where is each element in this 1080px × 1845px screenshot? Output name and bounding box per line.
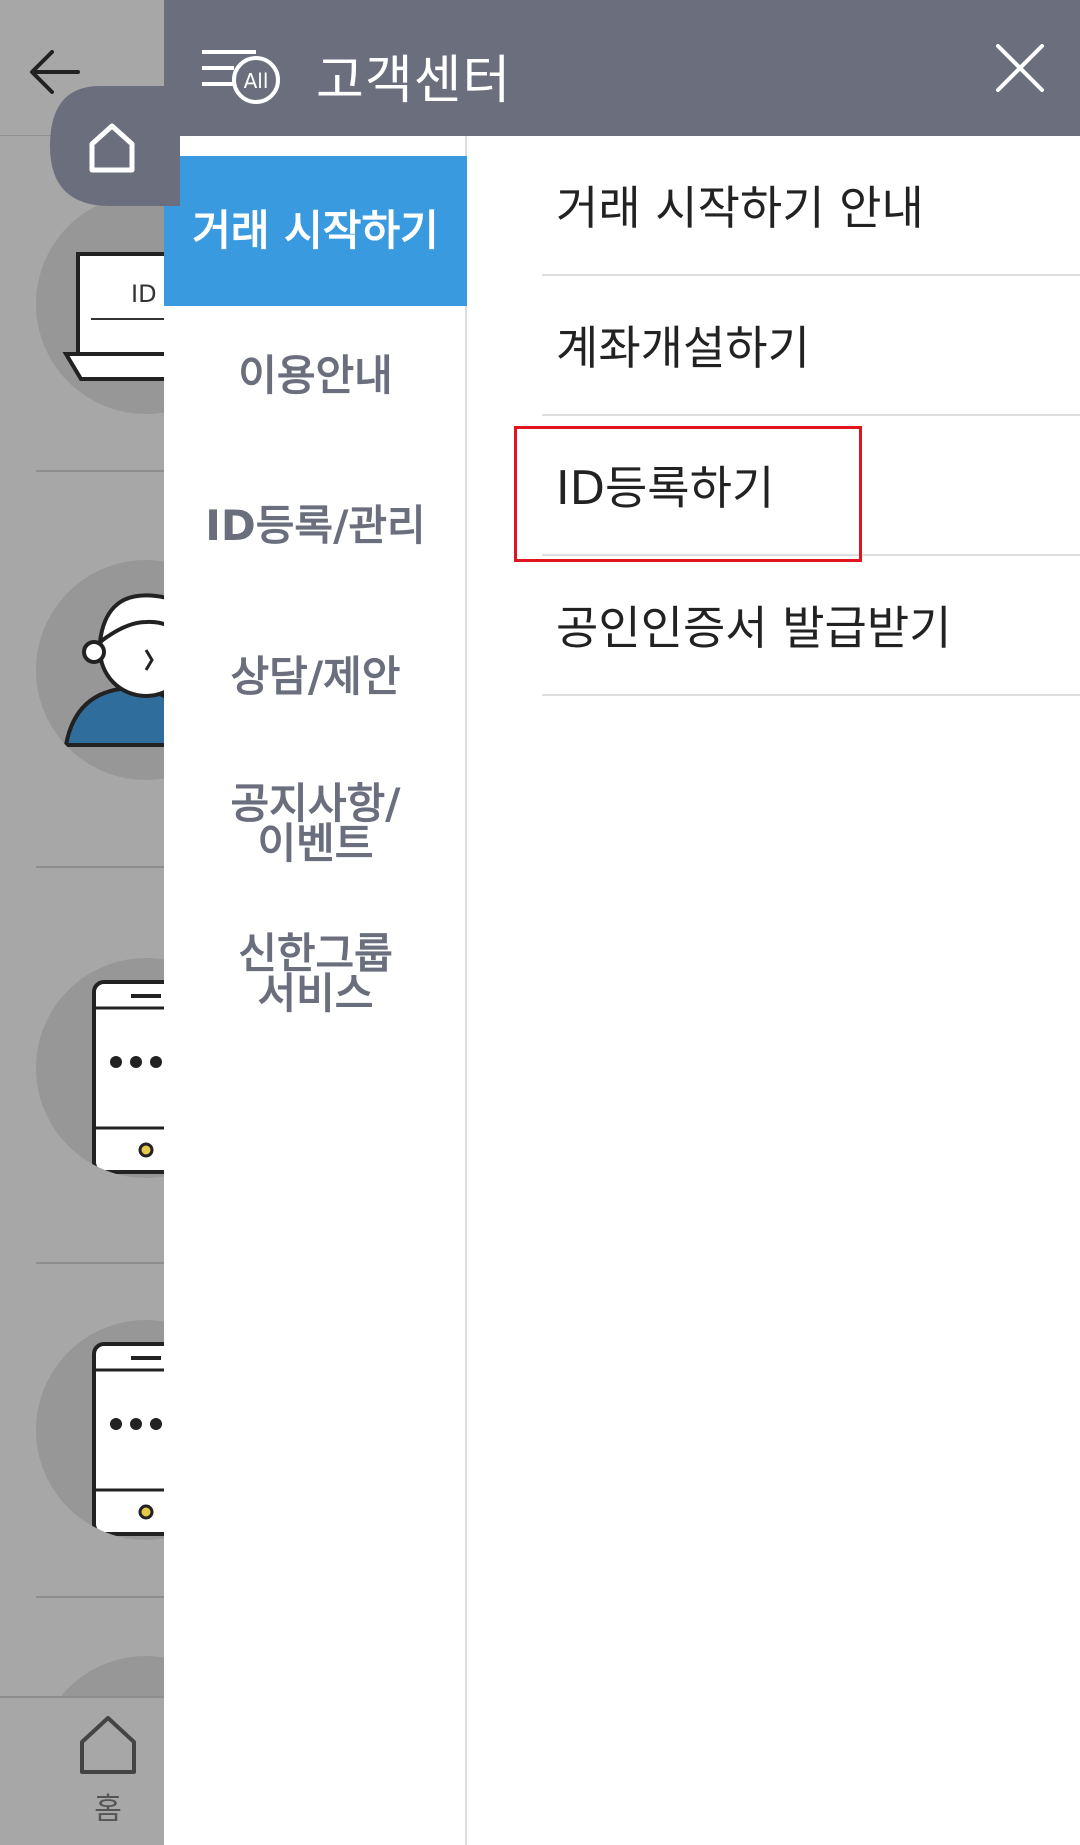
category-label: 공지사항/ 이벤트 [230, 779, 401, 868]
background-divider [36, 866, 176, 868]
drawer-header: All 고객센터 [164, 0, 1080, 136]
submenu-label: 공인인증서 발급받기 [556, 601, 952, 655]
category-item-notices-events[interactable]: 공지사항/ 이벤트 [164, 754, 467, 894]
submenu-item-certificate[interactable]: 공인인증서 발급받기 [542, 556, 1080, 696]
category-item-start-trading[interactable]: 거래 시작하기 [164, 156, 467, 306]
home-icon[interactable] [76, 1712, 140, 1778]
category-item-consultation[interactable]: 상담/제안 [164, 612, 467, 742]
category-label: 이용안내 [238, 351, 393, 400]
submenu-label: 거래 시작하기 안내 [556, 181, 924, 235]
drawer-title: 고객센터 [316, 51, 512, 111]
category-item-shinhan-group[interactable]: 신한그룹 서비스 [164, 904, 467, 1044]
submenu-item-start-trading-guide[interactable]: 거래 시작하기 안내 [542, 136, 1080, 276]
submenu-item-open-account[interactable]: 계좌개설하기 [542, 276, 1080, 416]
svg-text:ID: ID [131, 280, 157, 308]
category-item-id-management[interactable]: ID등록/관리 [164, 461, 467, 591]
category-label: 상담/제안 [230, 652, 401, 701]
svg-text:All: All [244, 69, 269, 93]
background-divider [36, 470, 176, 472]
submenu-item-register-id[interactable]: ID등록하기 [542, 416, 1080, 556]
category-item-usage-guide[interactable]: 이용안내 [164, 311, 467, 441]
close-icon[interactable] [992, 40, 1048, 96]
all-menu-icon[interactable]: All [200, 44, 282, 106]
background-divider [36, 1262, 176, 1264]
category-label: 신한그룹 서비스 [238, 929, 393, 1018]
category-label: 거래 시작하기 [192, 206, 439, 255]
submenu-label: ID등록하기 [556, 461, 775, 515]
category-list: 거래 시작하기 이용안내 ID등록/관리 상담/제안 공지사항/ 이벤트 신한그… [164, 136, 467, 1845]
category-label: ID등록/관리 [205, 501, 426, 550]
home-bubble-button[interactable] [40, 86, 180, 206]
submenu-label: 계좌개설하기 [556, 321, 810, 375]
background-divider [36, 1596, 176, 1598]
customer-center-drawer: All 고객센터 거래 시작하기 이용안내 ID등록/관리 상담/제안 공지사항… [164, 0, 1080, 1845]
